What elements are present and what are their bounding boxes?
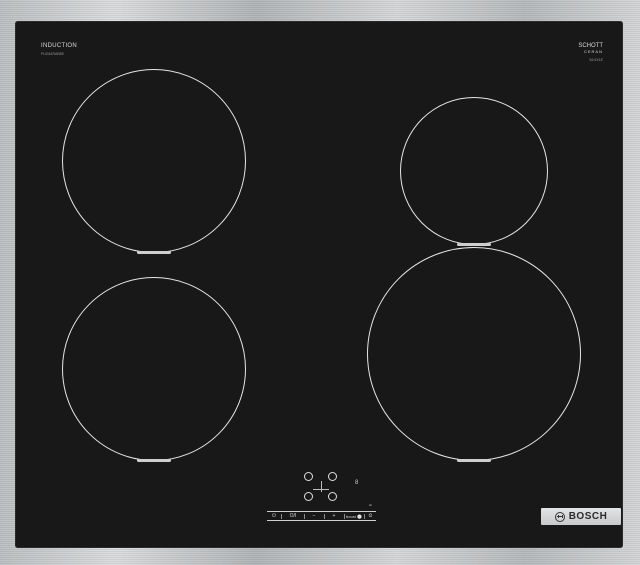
divider [281,514,282,519]
model-number: PUG61RAB5E [41,52,64,56]
cooking-zone-front-right [367,247,581,462]
glass-cooktop: INDUCTION PUG61RAB5E SCHOTT CERAN S6.9X1… [15,21,623,548]
timer-button[interactable]: ⏲ [366,512,375,521]
knob-connector [321,481,322,492]
zone-marker [457,459,491,462]
bosch-badge: BOSCH [541,508,621,525]
divider [304,514,305,519]
cooking-zone-rear-left [62,69,246,254]
plus-button[interactable]: + [327,512,341,521]
boost-button[interactable]: boost ⚪ [346,512,362,521]
zone-select-rear-right[interactable] [328,472,337,481]
small-mark: Hi [369,503,372,507]
divider [364,514,365,519]
zone-select-front-left[interactable] [304,492,313,501]
bosch-logo-icon [554,511,565,522]
zone-select-rear-left[interactable] [304,472,313,481]
ceran-model-number: S6.9X1E [589,58,603,62]
control-strip: ⏻ O/I − + boost ⚪ ⏲ [267,511,376,521]
cooking-zone-rear-right [400,97,548,246]
brand-name: BOSCH [568,511,608,522]
zone-marker [457,243,491,246]
on-off-button[interactable]: O/I [285,512,301,521]
power-button[interactable]: ⏻ [269,512,279,521]
cooking-zone-front-left [62,277,246,462]
zone-select-front-right[interactable] [328,492,337,501]
divider [324,514,325,519]
zone-marker [137,459,171,462]
divider [344,514,345,519]
induction-label: INDUCTION [41,43,78,49]
zone-marker [137,251,171,254]
minus-button[interactable]: − [307,512,321,521]
zone-indicator: 8 [355,480,359,486]
ceran-label: CERAN [583,49,603,54]
